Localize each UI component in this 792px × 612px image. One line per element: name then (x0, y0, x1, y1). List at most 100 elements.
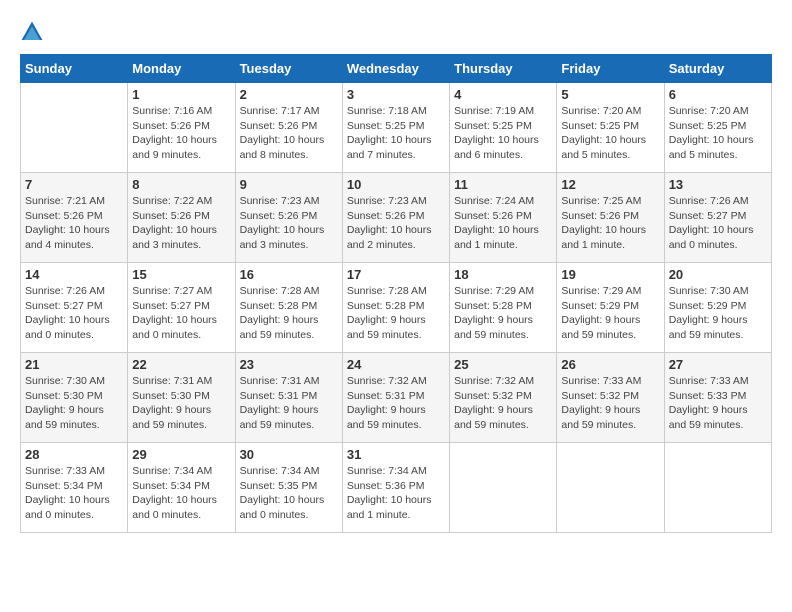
cell-info: Sunset: 5:27 PM (132, 299, 230, 314)
cell-info: Daylight: 9 hours and 59 minutes. (240, 403, 338, 432)
day-number: 26 (561, 357, 659, 372)
day-number: 3 (347, 87, 445, 102)
cell-info: Sunset: 5:26 PM (240, 119, 338, 134)
cell-info: Sunset: 5:26 PM (347, 209, 445, 224)
day-number: 6 (669, 87, 767, 102)
day-number: 28 (25, 447, 123, 462)
calendar-week-2: 7Sunrise: 7:21 AMSunset: 5:26 PMDaylight… (21, 173, 772, 263)
cell-info: Sunrise: 7:17 AM (240, 104, 338, 119)
day-number: 16 (240, 267, 338, 282)
day-number: 23 (240, 357, 338, 372)
cell-info: Daylight: 10 hours and 9 minutes. (132, 133, 230, 162)
calendar-cell (557, 443, 664, 533)
cell-info: Daylight: 9 hours and 59 minutes. (561, 403, 659, 432)
cell-info: Sunrise: 7:27 AM (132, 284, 230, 299)
calendar-cell: 11 Sunrise: 7:24 AMSunset: 5:26 PMDayligh… (450, 173, 557, 263)
cell-info: Daylight: 10 hours and 1 minute. (347, 493, 445, 522)
calendar-week-1: 1Sunrise: 7:16 AMSunset: 5:26 PMDaylight… (21, 83, 772, 173)
day-number: 9 (240, 177, 338, 192)
cell-info: Sunrise: 7:19 AM (454, 104, 552, 119)
calendar-cell: 5Sunrise: 7:20 AMSunset: 5:25 PMDaylight… (557, 83, 664, 173)
calendar-cell: 28Sunrise: 7:33 AMSunset: 5:34 PMDayligh… (21, 443, 128, 533)
calendar-cell: 19Sunrise: 7:29 AMSunset: 5:29 PMDayligh… (557, 263, 664, 353)
calendar-table: SundayMondayTuesdayWednesdayThursdayFrid… (20, 54, 772, 533)
cell-info: Sunset: 5:26 PM (454, 209, 552, 224)
cell-info: Sunrise: 7:28 AM (240, 284, 338, 299)
cell-info: Daylight: 10 hours and 0 minutes. (25, 493, 123, 522)
calendar-cell: 31Sunrise: 7:34 AMSunset: 5:36 PMDayligh… (342, 443, 449, 533)
logo-icon (20, 20, 44, 44)
calendar-week-5: 28 Sunrise: 7:33 AM Sunset: 5:34 PM Dayligh… (21, 443, 772, 533)
day-number: 5 (561, 87, 659, 102)
cell-info: Sunset: 5:26 PM (561, 209, 659, 224)
cell-info: Sunset: 5:28 PM (347, 299, 445, 314)
cell-info: Daylight: 10 hours and 3 minutes. (240, 223, 338, 252)
cell-info: Daylight: 9 hours and 59 minutes. (454, 313, 552, 342)
calendar-cell: 8Sunrise: 7:22 AMSunset: 5:26 PMDaylight… (128, 173, 235, 263)
cell-info: Sunset: 5:28 PM (454, 299, 552, 314)
day-number: 11 (454, 177, 552, 192)
calendar-cell: 27Sunrise: 7:33 AMSunset: 5:33 PMDayligh… (664, 353, 771, 443)
day-number: 31 (347, 447, 445, 462)
day-number: 12 (561, 177, 659, 192)
cell-info: Sunset: 5:25 PM (561, 119, 659, 134)
cell-info: Sunrise: 7:22 AM (132, 194, 230, 209)
cell-info: Sunrise: 7:26 AM (669, 194, 767, 209)
day-number: 1 (132, 87, 230, 102)
cell-info: Sunset: 5:29 PM (561, 299, 659, 314)
cell-info: Sunrise: 7:29 AM (561, 284, 659, 299)
day-header-friday: Friday (557, 55, 664, 83)
cell-info: Sunrise: 7:34 AM (132, 464, 230, 479)
cell-info: Sunrise: 7:33 AM (25, 464, 123, 479)
day-number: 17 (347, 267, 445, 282)
cell-info: Sunrise: 7:29 AM (454, 284, 552, 299)
calendar-cell: 16Sunrise: 7:28 AMSunset: 5:28 PMDayligh… (235, 263, 342, 353)
calendar-cell: 24Sunrise: 7:32 AMSunset: 5:31 PMDayligh… (342, 353, 449, 443)
cell-info: Daylight: 9 hours and 59 minutes. (347, 403, 445, 432)
calendar-cell: 20Sunrise: 7:30 AMSunset: 5:29 PMDayligh… (664, 263, 771, 353)
cell-info: Sunset: 5:30 PM (132, 389, 230, 404)
cell-info: Sunrise: 7:20 AM (561, 104, 659, 119)
calendar-cell: 25Sunrise: 7:32 AMSunset: 5:32 PMDayligh… (450, 353, 557, 443)
cell-info: Daylight: 10 hours and 2 minutes. (347, 223, 445, 252)
day-number: 14 (25, 267, 123, 282)
cell-info: Sunset: 5:27 PM (669, 209, 767, 224)
calendar-cell: 3Sunrise: 7:18 AMSunset: 5:25 PMDaylight… (342, 83, 449, 173)
cell-info: Sunset: 5:26 PM (132, 119, 230, 134)
cell-info: Daylight: 10 hours and 0 minutes. (25, 313, 123, 342)
cell-info: Sunset: 5:35 PM (240, 479, 338, 494)
day-number: 13 (669, 177, 767, 192)
cell-info: Daylight: 10 hours and 0 minutes. (132, 313, 230, 342)
cell-info: Sunset: 5:30 PM (25, 389, 123, 404)
days-header-row: SundayMondayTuesdayWednesdayThursdayFrid… (21, 55, 772, 83)
calendar-cell: 23Sunrise: 7:31 AMSunset: 5:31 PMDayligh… (235, 353, 342, 443)
cell-info: Daylight: 10 hours and 6 minutes. (454, 133, 552, 162)
calendar-cell: 30Sunrise: 7:34 AMSunset: 5:35 PMDayligh… (235, 443, 342, 533)
day-number: 15 (132, 267, 230, 282)
cell-info: Sunrise: 7:32 AM (454, 374, 552, 389)
cell-info: Sunrise: 7:33 AM (669, 374, 767, 389)
cell-info: Sunset: 5:27 PM (25, 299, 123, 314)
cell-info: Sunrise: 7:16 AM (132, 104, 230, 119)
day-number: 8 (132, 177, 230, 192)
logo (20, 20, 48, 44)
cell-info: Sunset: 5:34 PM (132, 479, 230, 494)
calendar-cell: 1 Sunrise: 7:16 AMSunset: 5:26 PMDaylight… (128, 83, 235, 173)
calendar-cell (664, 443, 771, 533)
day-number: 21 (25, 357, 123, 372)
day-header-thursday: Thursday (450, 55, 557, 83)
cell-info: Daylight: 10 hours and 8 minutes. (240, 133, 338, 162)
cell-info: Sunrise: 7:24 AM (454, 194, 552, 209)
cell-info: Daylight: 9 hours and 59 minutes. (669, 403, 767, 432)
cell-info: Sunrise: 7:21 AM (25, 194, 123, 209)
cell-info: Daylight: 10 hours and 0 minutes. (669, 223, 767, 252)
day-number: 30 (240, 447, 338, 462)
cell-info: Sunset: 5:26 PM (240, 209, 338, 224)
day-number: 7 (25, 177, 123, 192)
cell-info: Sunrise: 7:26 AM (25, 284, 123, 299)
calendar-cell: 2Sunrise: 7:17 AMSunset: 5:26 PMDaylight… (235, 83, 342, 173)
cell-info: Daylight: 9 hours and 59 minutes. (347, 313, 445, 342)
calendar-cell: 9Sunrise: 7:23 AMSunset: 5:26 PMDaylight… (235, 173, 342, 263)
cell-info: Daylight: 10 hours and 1 minute. (454, 223, 552, 252)
cell-info: Sunrise: 7:25 AM (561, 194, 659, 209)
